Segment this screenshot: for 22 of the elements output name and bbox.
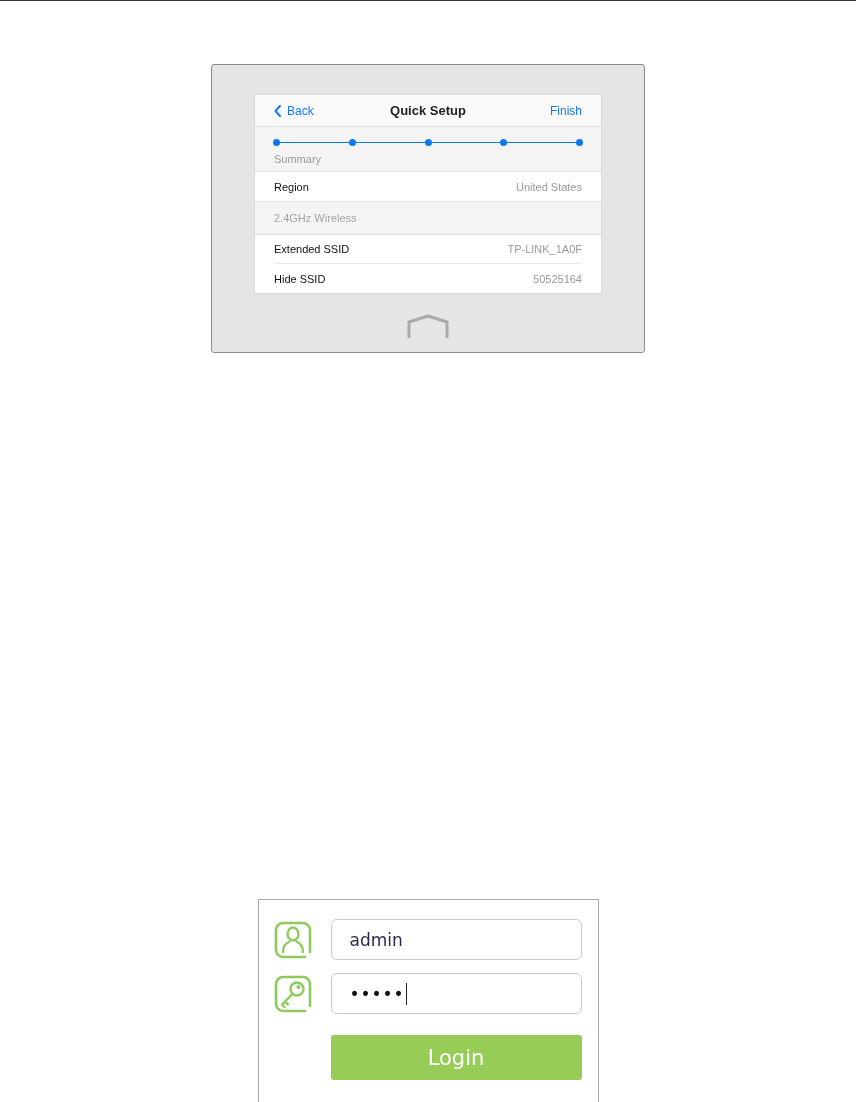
step-connector: [507, 141, 576, 143]
password-field[interactable]: •••••: [330, 973, 582, 1014]
step-label: Summary: [274, 153, 323, 165]
text-cursor-icon: [405, 982, 408, 1005]
finish-button[interactable]: Finish: [550, 103, 582, 118]
setting-value: United States: [515, 180, 582, 193]
username-field[interactable]: admin: [330, 919, 582, 960]
section-header: 2.4GHz Wireless: [255, 201, 601, 235]
step-connector: [280, 141, 349, 143]
home-icon[interactable]: [407, 314, 449, 339]
person-icon: [273, 920, 312, 959]
setting-label: Extended SSID: [274, 243, 350, 255]
setting-value: 50525164: [533, 272, 582, 285]
setting-value: TP-LINK_1A0F: [507, 243, 582, 255]
back-button[interactable]: Back: [274, 103, 314, 118]
chevron-left-icon: [274, 104, 281, 117]
setting-label: Region: [274, 180, 309, 193]
step-connector: [355, 141, 425, 143]
setting-label: Hide SSID: [274, 272, 326, 285]
step-connector: [431, 141, 501, 143]
key-icon: [273, 974, 312, 1013]
page-title: Quick Setup: [390, 103, 466, 118]
